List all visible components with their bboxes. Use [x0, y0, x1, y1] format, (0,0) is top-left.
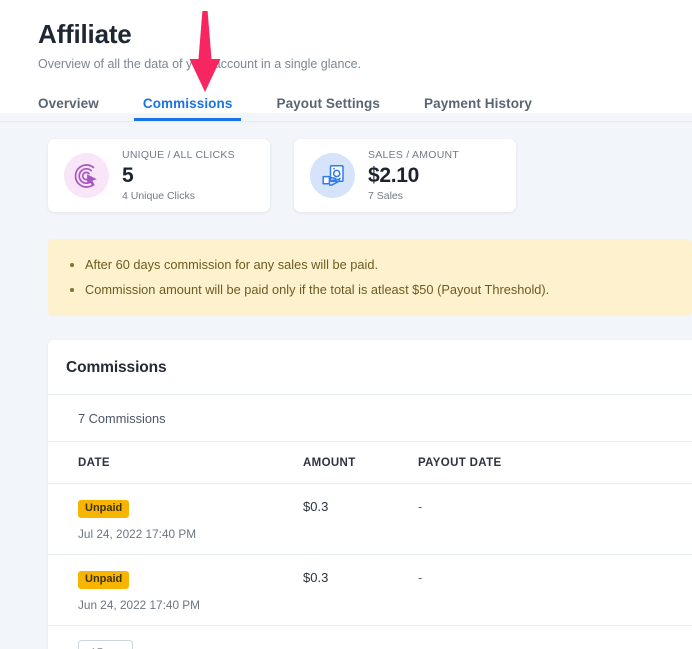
- page-body: UNIQUE / ALL CLICKS 5 4 Unique Clicks SA…: [0, 113, 692, 649]
- tab-commissions[interactable]: Commissions: [133, 96, 242, 121]
- stat-label: SALES / AMOUNT: [368, 148, 460, 161]
- info-alert: After 60 days commission for any sales w…: [48, 239, 692, 316]
- page-title: Affiliate: [38, 19, 132, 49]
- commissions-panel: Commissions 7 Commissions DATE AMOUNT PA…: [48, 340, 692, 649]
- commissions-count: 7 Commissions: [48, 395, 692, 442]
- stat-card-clicks[interactable]: UNIQUE / ALL CLICKS 5 4 Unique Clicks: [48, 139, 270, 212]
- cell-date: Unpaid Jun 24, 2022 17:40 PM: [48, 554, 303, 626]
- cell-amount: $0.3: [303, 483, 418, 555]
- tab-payout-settings[interactable]: Payout Settings: [276, 96, 380, 121]
- row-timestamp: Jul 24, 2022 17:40 PM: [78, 527, 197, 541]
- page-size-select[interactable]: 15 25 50 100: [78, 640, 133, 649]
- stat-value: $2.10: [368, 163, 420, 187]
- row-timestamp: Jun 24, 2022 17:40 PM: [78, 598, 200, 612]
- commissions-table: DATE AMOUNT PAYOUT DATE Unpaid Jul 24, 2…: [48, 442, 692, 626]
- page-subtitle: Overview of all the data of your account…: [38, 57, 362, 71]
- panel-header: Commissions: [48, 340, 692, 395]
- tab-bar: Overview Commissions Payout Settings Pay…: [0, 86, 692, 121]
- cell-amount: $0.3: [303, 554, 418, 626]
- status-badge: Unpaid: [78, 500, 130, 518]
- table-row[interactable]: Unpaid Jun 24, 2022 17:40 PM $0.3 -: [48, 554, 692, 626]
- page-header: Affiliate Overview of all the data of yo…: [0, 0, 692, 122]
- header-divider: [0, 121, 692, 122]
- alert-item: Commission amount will be paid only if t…: [66, 277, 674, 302]
- panel-footer: 15 25 50 100: [48, 626, 692, 649]
- table-header-row: DATE AMOUNT PAYOUT DATE: [48, 442, 692, 484]
- cell-payout-date: -: [418, 483, 692, 555]
- stat-subtext: 4 Unique Clicks: [122, 189, 195, 202]
- tab-payment-history[interactable]: Payment History: [424, 96, 532, 121]
- column-header-date[interactable]: DATE: [48, 442, 303, 484]
- cell-date: Unpaid Jul 24, 2022 17:40 PM: [48, 483, 303, 555]
- stat-label: UNIQUE / ALL CLICKS: [122, 148, 235, 161]
- alert-item: After 60 days commission for any sales w…: [66, 252, 674, 277]
- column-header-payout-date[interactable]: PAYOUT DATE: [418, 442, 692, 484]
- cell-payout-date: -: [418, 554, 692, 626]
- stat-subtext: 7 Sales: [368, 189, 404, 202]
- table-row[interactable]: Unpaid Jul 24, 2022 17:40 PM $0.3 -: [48, 483, 692, 555]
- status-badge: Unpaid: [78, 571, 130, 589]
- stat-card-sales[interactable]: SALES / AMOUNT $2.10 7 Sales: [294, 139, 516, 212]
- column-header-amount[interactable]: AMOUNT: [303, 442, 418, 484]
- click-target-icon: [64, 153, 109, 198]
- stat-value: 5: [122, 163, 134, 187]
- cash-money-icon: [310, 153, 355, 198]
- tab-overview[interactable]: Overview: [38, 96, 99, 121]
- panel-title: Commissions: [66, 359, 167, 376]
- stats-row: UNIQUE / ALL CLICKS 5 4 Unique Clicks SA…: [0, 139, 692, 212]
